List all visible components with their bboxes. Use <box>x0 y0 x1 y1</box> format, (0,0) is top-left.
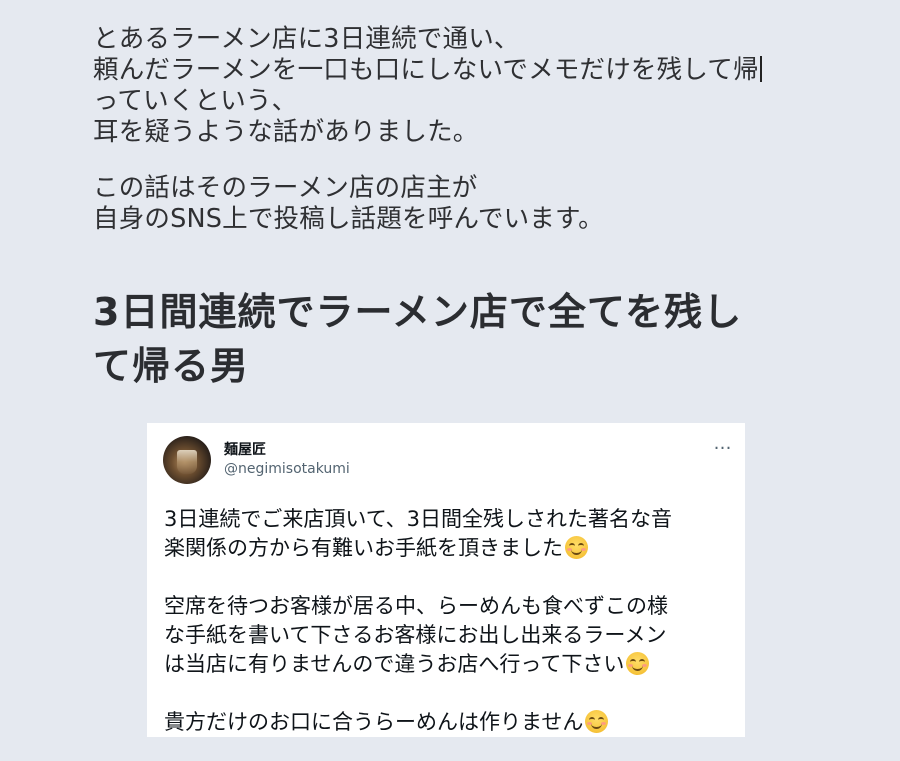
smiling-face-emoji-icon <box>565 536 588 559</box>
tweet-bottom-edge <box>147 737 745 741</box>
intro-line: 自身のSNS上で投稿し話題を呼んでいます。 <box>93 204 604 234</box>
tweet-handle[interactable]: @negimisotakumi <box>224 461 350 477</box>
intro-line: っていくという、 <box>93 86 298 116</box>
tweet-body: 3日連続でご来店頂いて、3日間全残しされた著名な音 楽関係の方から有難いお手紙を… <box>164 505 734 737</box>
tweet-line-text: 楽関係の方から有難いお手紙を頂きました <box>164 536 563 560</box>
headline-line: 3日間連続でラーメン店で全てを残し <box>93 290 743 334</box>
intro-line: この話はそのラーメン店の店主が <box>93 173 478 203</box>
intro-paragraph-1: とあるラーメン店に3日連続で通い、 頼んだラーメンを一口も口にしないでメモだけを… <box>93 24 853 148</box>
tweet-line: は当店に有りませんので違うお店へ行って下さい <box>164 650 734 679</box>
smiling-face-emoji-icon <box>626 652 650 675</box>
tweet-line: 3日連続でご来店頂いて、3日間全残しされた著名な音 <box>164 507 673 531</box>
avatar[interactable] <box>163 436 211 484</box>
intro-line-text: 頼んだラーメンを一口も口にしないでメモだけを残して帰 <box>93 55 759 85</box>
more-options-icon[interactable]: … <box>713 435 732 453</box>
tweet-line-text: 貴方だけのお口に合うらーめんは作りません <box>164 710 584 734</box>
intro-paragraph-2: この話はそのラーメン店の店主が 自身のSNS上で投稿し話題を呼んでいます。 <box>93 173 853 235</box>
embedded-tweet[interactable]: 麺屋匠 @negimisotakumi … 3日連続でご来店頂いて、3日間全残し… <box>147 423 745 741</box>
tweet-line: 空席を待つお客様が居る中、らーめんも食べずこの様 <box>164 594 668 618</box>
tweet-line: 楽関係の方から有難いお手紙を頂きました <box>164 534 734 563</box>
tweet-content: 麺屋匠 @negimisotakumi … 3日連続でご来店頂いて、3日間全残し… <box>147 423 745 741</box>
tweet-line-text: は当店に有りませんので違うお店へ行って下さい <box>164 652 625 676</box>
headline-line: て帰る男 <box>93 344 250 388</box>
tweet-display-name[interactable]: 麺屋匠 <box>224 439 266 459</box>
section-headline: 3日間連続でラーメン店で全てを残し て帰る男 <box>93 285 853 393</box>
article-intro: とあるラーメン店に3日連続で通い、 頼んだラーメンを一口も口にしないでメモだけを… <box>93 24 853 235</box>
intro-line: 耳を疑うような話がありました。 <box>93 117 479 147</box>
text-cursor <box>759 56 762 82</box>
tweet-line: な手紙を書いて下さるお客様にお出し出来るラーメン <box>164 623 667 647</box>
intro-line: とあるラーメン店に3日連続で通い、 <box>93 24 520 54</box>
smiling-face-emoji-icon <box>585 710 609 733</box>
intro-line: 頼んだラーメンを一口も口にしないでメモだけを残して帰 <box>93 55 853 86</box>
tweet-line: 貴方だけのお口に合うらーめんは作りません <box>164 708 734 737</box>
